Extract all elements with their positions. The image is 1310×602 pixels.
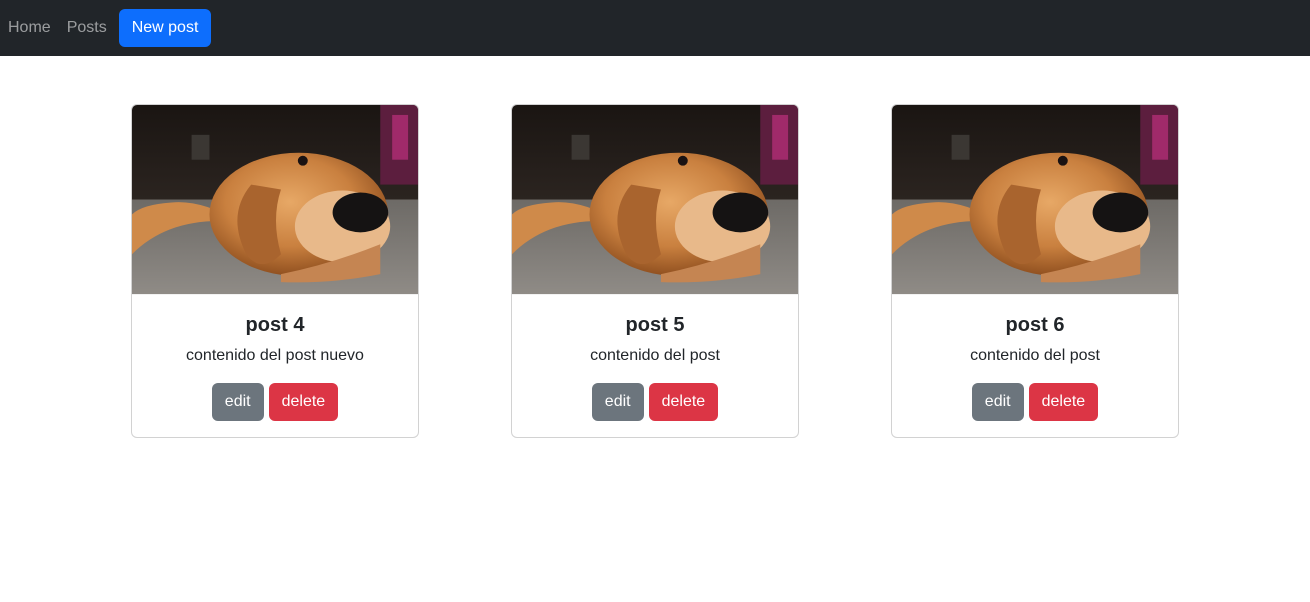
nav-posts-link[interactable]: Posts <box>67 9 115 47</box>
post-image <box>132 105 418 295</box>
card-body: post 4 contenido del post nuevo edit del… <box>132 295 418 421</box>
delete-button[interactable]: delete <box>268 383 339 421</box>
post-content: contenido del post <box>970 347 1100 364</box>
edit-button[interactable]: edit <box>971 383 1024 421</box>
card-actions: edit delete <box>892 383 1178 421</box>
post-image <box>892 105 1178 295</box>
card-body: post 5 contenido del post edit delete <box>512 295 798 421</box>
nav-home-link[interactable]: Home <box>8 9 59 47</box>
post-title: post 6 <box>1005 314 1065 336</box>
post-card: post 5 contenido del post edit delete <box>511 104 799 438</box>
card-actions: edit delete <box>132 383 418 421</box>
delete-button[interactable]: delete <box>648 383 719 421</box>
post-content: contenido del post nuevo <box>186 347 364 364</box>
top-navbar: Home Posts New post <box>0 0 1310 56</box>
edit-button[interactable]: edit <box>591 383 644 421</box>
edit-button[interactable]: edit <box>211 383 264 421</box>
new-post-button[interactable]: New post <box>118 9 212 47</box>
post-title: post 4 <box>245 314 305 336</box>
card-actions: edit delete <box>512 383 798 421</box>
card-body: post 6 contenido del post edit delete <box>892 295 1178 421</box>
post-content: contenido del post <box>590 347 720 364</box>
post-image <box>512 105 798 295</box>
posts-grid: post 4 contenido del post nuevo edit del… <box>0 56 1310 602</box>
post-card: post 4 contenido del post nuevo edit del… <box>131 104 419 438</box>
delete-button[interactable]: delete <box>1028 383 1099 421</box>
post-title: post 5 <box>625 314 685 336</box>
post-card: post 6 contenido del post edit delete <box>891 104 1179 438</box>
